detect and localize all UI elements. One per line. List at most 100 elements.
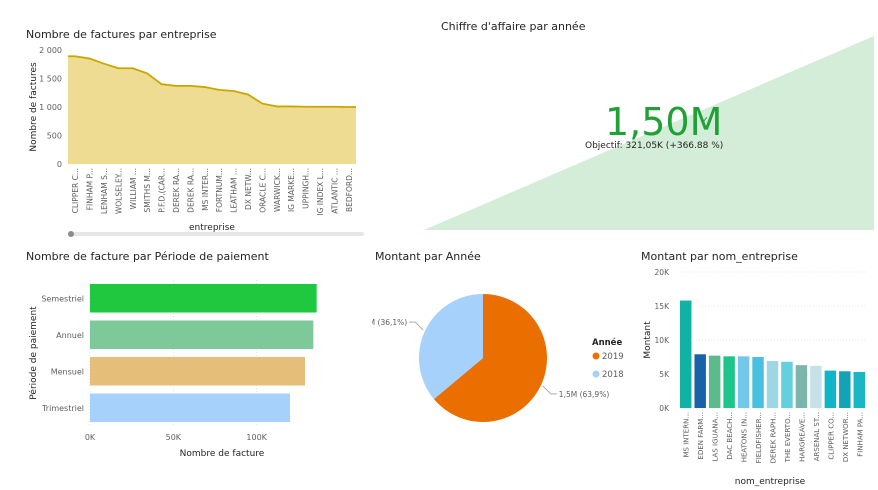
legend-label: 2018: [602, 370, 624, 380]
bar: [810, 365, 822, 408]
legend-marker: [592, 352, 600, 360]
data-point: [204, 86, 206, 88]
x-tick-label: MS INTERN...: [683, 412, 691, 457]
bar: [708, 355, 721, 408]
y-tick-label: 2 000: [39, 46, 62, 55]
x-tick-label: CLIPPER C...: [71, 168, 80, 213]
data-label-leader: [542, 385, 557, 395]
pie-data-label: 1,5M (63,9%): [559, 390, 610, 399]
legend-label: 2019: [602, 352, 624, 362]
data-point: [218, 89, 220, 91]
y-tick-label: 500: [47, 132, 62, 141]
scrollbar-thumb[interactable]: [68, 231, 74, 237]
y-tick-label: 1 500: [39, 75, 62, 84]
x-tick-label: DAC BEACH...: [726, 412, 734, 460]
bar: [723, 356, 735, 408]
y-tick-label: Semestriel: [41, 294, 84, 303]
legend-marker: [592, 370, 600, 378]
x-tick-label: UPPINGH...: [302, 168, 311, 209]
pie-data-label: 0,85M (36,1%): [372, 318, 407, 327]
x-tick-label: WILLIAM ...: [129, 168, 138, 209]
x-tick-label: LENHAM S...: [100, 168, 109, 214]
bar: [781, 361, 793, 408]
x-tick-label: EDEN FARM...: [697, 412, 705, 459]
x-tick-label: MS INTER...: [201, 168, 210, 211]
y-axis-title: Période de paiement: [28, 306, 39, 400]
data-point: [247, 93, 249, 96]
x-tick-label: DEREK RAPH...: [770, 412, 778, 463]
y-tick-label: 20K: [655, 268, 671, 277]
bar: [90, 393, 290, 422]
x-tick-label: SMITHS M...: [143, 168, 152, 212]
data-point: [348, 106, 350, 108]
montant-entreprise-visual: Montant par nom_entreprise 0K 5K 10K 15K 20K…: [638, 246, 876, 490]
montant-entreprise-chart: 0K 5K 10K 15K 20K MS INTERN... EDEN FARM... LAS…: [643, 268, 866, 487]
bar: [90, 320, 314, 349]
bar: [839, 371, 851, 408]
bar: [824, 370, 837, 408]
x-tick-label: IG INDEX L...: [316, 168, 325, 216]
data-point: [290, 105, 293, 108]
montant-annee-chart: 1,5M (63,9%) 0,85M (36,1%) Année 2019 2018: [372, 294, 624, 422]
data-point: [319, 105, 321, 108]
y-tick-label: 5K: [659, 370, 670, 379]
x-tick-label: WOLSELEY...: [114, 168, 123, 214]
legend-title: Année: [592, 337, 622, 348]
bar: [90, 357, 305, 386]
check-icon: ✓: [700, 114, 710, 127]
kpi-visual: Chiffre d'affaire par année 1,50M ✓ Obje…: [376, 14, 878, 232]
periode-paiement-visual: Nombre de facture par Période de paiemen…: [24, 246, 364, 464]
data-point: [304, 105, 307, 108]
x-tick-label: FINHAM P...: [86, 168, 95, 210]
y-axis-title: Montant: [643, 321, 653, 359]
x-tick-label: DEREK RA...: [172, 168, 181, 213]
x-tick-label: FORTNUM...: [215, 168, 224, 212]
y-axis-title: Nombre de factures: [29, 62, 39, 152]
factures-entreprise-visual: Nombre de factures par entreprise 0 500 1 …: [24, 26, 374, 237]
y-tick-label: Trimestriel: [41, 404, 84, 413]
y-tick-label: 15K: [655, 302, 671, 311]
x-tick-label: THE EVERTO...: [784, 412, 792, 463]
x-tick-label: P.F.D.(CAR...: [158, 168, 167, 213]
factures-entreprise-chart: 0 500 1 000 1 500 2 000 CLIPPER C... FINHAM P.…: [29, 46, 356, 233]
bar: [694, 354, 706, 408]
data-point: [189, 85, 192, 87]
bar: [737, 356, 750, 408]
x-tick-label: IG MARKE...: [287, 168, 296, 212]
x-tick-label: DEREK RA...: [186, 168, 195, 213]
y-tick-label: 0K: [659, 404, 670, 413]
data-point: [276, 105, 278, 108]
x-tick-label: 0K: [85, 433, 96, 442]
x-tick-label: WARWICK...: [273, 168, 282, 212]
x-tick-label: 50K: [166, 433, 182, 442]
data-point: [74, 55, 76, 58]
x-axis-title: Nombre de facture: [180, 449, 265, 459]
x-tick-label: ORACLE C...: [258, 168, 267, 213]
x-tick-label: ARSENAL ST...: [813, 412, 821, 461]
bar: [752, 357, 764, 408]
x-tick-label: FINHAM PA...: [856, 412, 864, 457]
x-tick-label: LAS IGUANA...: [712, 412, 720, 462]
bar: [795, 365, 808, 408]
bar: [90, 284, 317, 313]
bar: [766, 361, 779, 408]
x-tick-label: ATLANTIC ...: [330, 168, 339, 214]
factures-entreprise-scrollbar[interactable]: [68, 231, 364, 237]
x-tick-label: LEATHAM ...: [230, 168, 239, 213]
y-tick-label: Annuel: [56, 331, 84, 340]
kpi-target: Objectif: 321,05K (+366.88 %): [585, 141, 724, 151]
y-tick-label: Mensuel: [51, 367, 84, 376]
y-tick-label: 10K: [655, 336, 671, 345]
area-fill: [68, 56, 356, 164]
x-axis-title: nom_entreprise: [735, 477, 806, 487]
data-point: [88, 57, 91, 60]
data-point: [103, 62, 105, 65]
x-tick-label: CLIPPER CO...: [827, 412, 835, 460]
y-tick-label: 1 000: [39, 103, 62, 112]
data-point: [232, 90, 235, 92]
montant-annee-visual: Montant par Année 1,5M (63,9%)0,85M (36,…: [372, 246, 632, 464]
data-point: [160, 83, 163, 85]
x-tick-label: HEATONS (N...: [741, 412, 749, 462]
periode-paiement-chart: 0K 50K 100K Semestriel Annuel Mensuel Trimestr…: [28, 280, 317, 459]
data-point: [117, 67, 120, 70]
